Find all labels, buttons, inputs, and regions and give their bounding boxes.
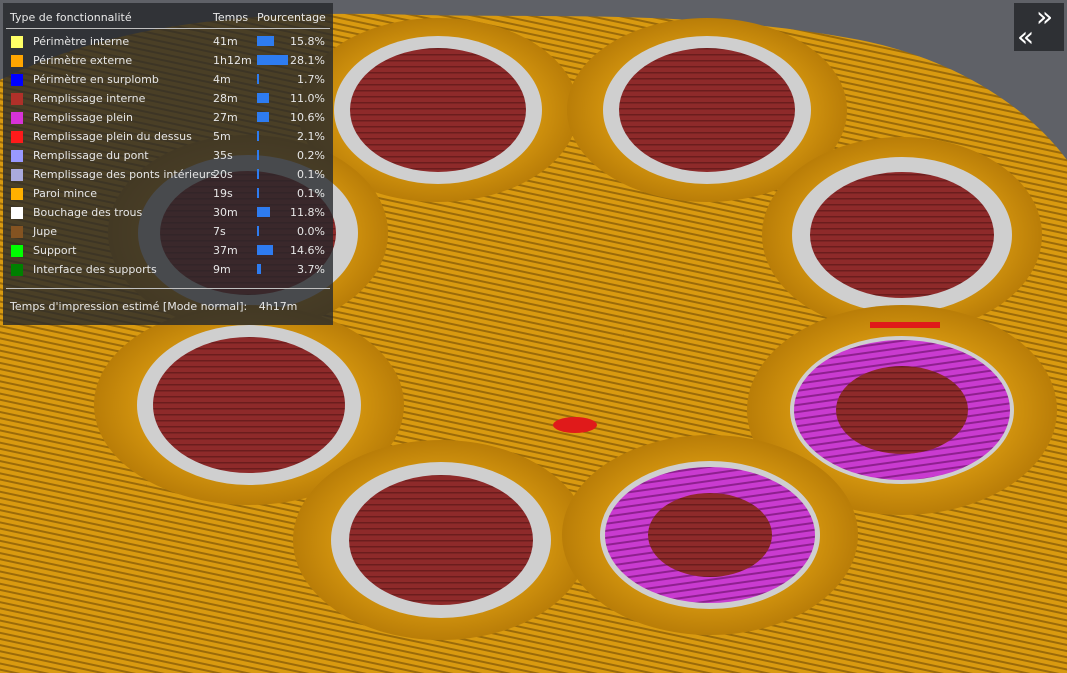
legend-swatch xyxy=(11,74,23,86)
legend-feature-time: 27m xyxy=(213,111,238,124)
legend-feature-time: 9m xyxy=(213,263,231,276)
legend-feature-name: Remplissage des ponts intérieurs xyxy=(33,168,217,181)
legend-feature-name: Remplissage plein du dessus xyxy=(33,130,192,143)
legend-row: Périmètre en surplomb 4m 1.7% xyxy=(3,71,333,90)
legend-percent-bar xyxy=(257,264,262,274)
legend-feature-time: 5m xyxy=(213,130,231,143)
legend-feature-time: 1h12m xyxy=(213,54,252,67)
legend-feature-name: Périmètre en surplomb xyxy=(33,73,159,86)
legend-feature-percent: 3.7% xyxy=(297,263,325,276)
legend-feature-name: Périmètre interne xyxy=(33,35,130,48)
legend-percent-bar xyxy=(257,245,274,255)
legend-feature-name: Bouchage des trous xyxy=(33,206,143,219)
legend-feature-percent: 28.1% xyxy=(290,54,325,67)
top-solid-infill-strip xyxy=(870,322,940,328)
legend-row: Périmètre externe 1h12m 28.1% xyxy=(3,52,333,71)
well-bottom-left xyxy=(293,440,589,640)
legend-header-time: Temps xyxy=(213,11,249,24)
legend-swatch xyxy=(11,226,23,238)
estimated-print-time: Temps d'impression estimé [Mode normal]:… xyxy=(10,300,297,313)
legend-percent-bar xyxy=(257,93,270,103)
legend-swatch xyxy=(11,207,23,219)
legend-feature-percent: 10.6% xyxy=(290,111,325,124)
legend-feature-percent: 0.1% xyxy=(297,168,325,181)
legend-feature-percent: 0.1% xyxy=(297,187,325,200)
legend-feature-time: 28m xyxy=(213,92,238,105)
legend-feature-time: 7s xyxy=(213,225,226,238)
legend-percent-bar xyxy=(257,226,259,236)
legend-feature-name: Remplissage du pont xyxy=(33,149,149,162)
legend-row: Interface des supports 9m 3.7% xyxy=(3,261,333,280)
legend-swatch xyxy=(11,169,23,181)
legend-swatch xyxy=(11,131,23,143)
legend-swatch xyxy=(11,93,23,105)
legend-divider-bottom xyxy=(6,288,330,289)
top-solid-infill-spot xyxy=(553,417,597,433)
legend-row: Paroi mince 19s 0.1% xyxy=(3,185,333,204)
legend-header: Type de fonctionnalité Temps Pourcentage xyxy=(10,11,333,27)
well-bottom-right-solid-infill xyxy=(562,435,858,635)
legend-feature-name: Paroi mince xyxy=(33,187,98,200)
legend-percent-bar xyxy=(257,36,275,46)
legend-percent-bar xyxy=(257,74,259,84)
legend-feature-percent: 15.8% xyxy=(290,35,325,48)
legend-swatch xyxy=(11,150,23,162)
legend-header-feature-type: Type de fonctionnalité xyxy=(10,11,132,24)
legend-row: Jupe 7s 0.0% xyxy=(3,223,333,242)
legend-divider-top xyxy=(6,28,330,29)
legend-feature-name: Périmètre externe xyxy=(33,54,133,67)
legend-feature-percent: 11.8% xyxy=(290,206,325,219)
legend-feature-name: Support xyxy=(33,244,77,257)
legend-feature-time: 30m xyxy=(213,206,238,219)
legend-row: Remplissage du pont 35s 0.2% xyxy=(3,147,333,166)
legend-feature-percent: 1.7% xyxy=(297,73,325,86)
legend-percent-bar xyxy=(257,112,269,122)
legend-row: Bouchage des trous 30m 11.8% xyxy=(3,204,333,223)
legend-feature-name: Remplissage plein xyxy=(33,111,134,124)
legend-percent-bar xyxy=(257,55,288,65)
legend-feature-percent: 0.0% xyxy=(297,225,325,238)
legend-swatch xyxy=(11,36,23,48)
legend-percent-bar xyxy=(257,150,259,160)
legend-feature-time: 37m xyxy=(213,244,238,257)
legend-swatch xyxy=(11,55,23,67)
legend-feature-percent: 11.0% xyxy=(290,92,325,105)
legend-feature-time: 19s xyxy=(213,187,233,200)
3d-preview-viewport[interactable]: Type de fonctionnalité Temps Pourcentage… xyxy=(0,0,1067,673)
legend-row: Remplissage plein 27m 10.6% xyxy=(3,109,333,128)
legend-feature-time: 4m xyxy=(213,73,231,86)
legend-row: Support 37m 14.6% xyxy=(3,242,333,261)
legend-swatch xyxy=(11,112,23,124)
chevron-double-right-icon: » xyxy=(1036,0,1054,33)
sidebar-toggle-button[interactable]: » « xyxy=(1014,0,1064,53)
legend-feature-name: Interface des supports xyxy=(33,263,157,276)
estimated-print-time-value: 4h17m xyxy=(258,300,298,313)
legend-feature-percent: 2.1% xyxy=(297,130,325,143)
legend-swatch xyxy=(11,188,23,200)
legend-percent-bar xyxy=(257,207,270,217)
legend-panel: Type de fonctionnalité Temps Pourcentage… xyxy=(3,3,333,325)
legend-swatch xyxy=(11,245,23,257)
legend-feature-name: Jupe xyxy=(33,225,57,238)
legend-header-percentage: Pourcentage xyxy=(257,11,326,24)
legend-feature-time: 35s xyxy=(213,149,233,162)
legend-feature-time: 20s xyxy=(213,168,233,181)
legend-swatch xyxy=(11,264,23,276)
legend-feature-name: Remplissage interne xyxy=(33,92,146,105)
legend-percent-bar xyxy=(257,188,259,198)
legend-row: Remplissage plein du dessus 5m 2.1% xyxy=(3,128,333,147)
legend-row: Périmètre interne 41m 15.8% xyxy=(3,33,333,52)
legend-percent-bar xyxy=(257,131,260,141)
legend-row: Remplissage interne 28m 11.0% xyxy=(3,90,333,109)
well-right-upper xyxy=(762,137,1042,333)
chevron-double-left-icon: « xyxy=(1017,20,1035,53)
legend-feature-percent: 14.6% xyxy=(290,244,325,257)
legend-feature-percent: 0.2% xyxy=(297,149,325,162)
estimated-print-time-label: Temps d'impression estimé [Mode normal]: xyxy=(10,300,248,313)
legend-percent-bar xyxy=(257,169,259,179)
legend-feature-time: 41m xyxy=(213,35,238,48)
legend-row: Remplissage des ponts intérieurs 20s 0.1… xyxy=(3,166,333,185)
